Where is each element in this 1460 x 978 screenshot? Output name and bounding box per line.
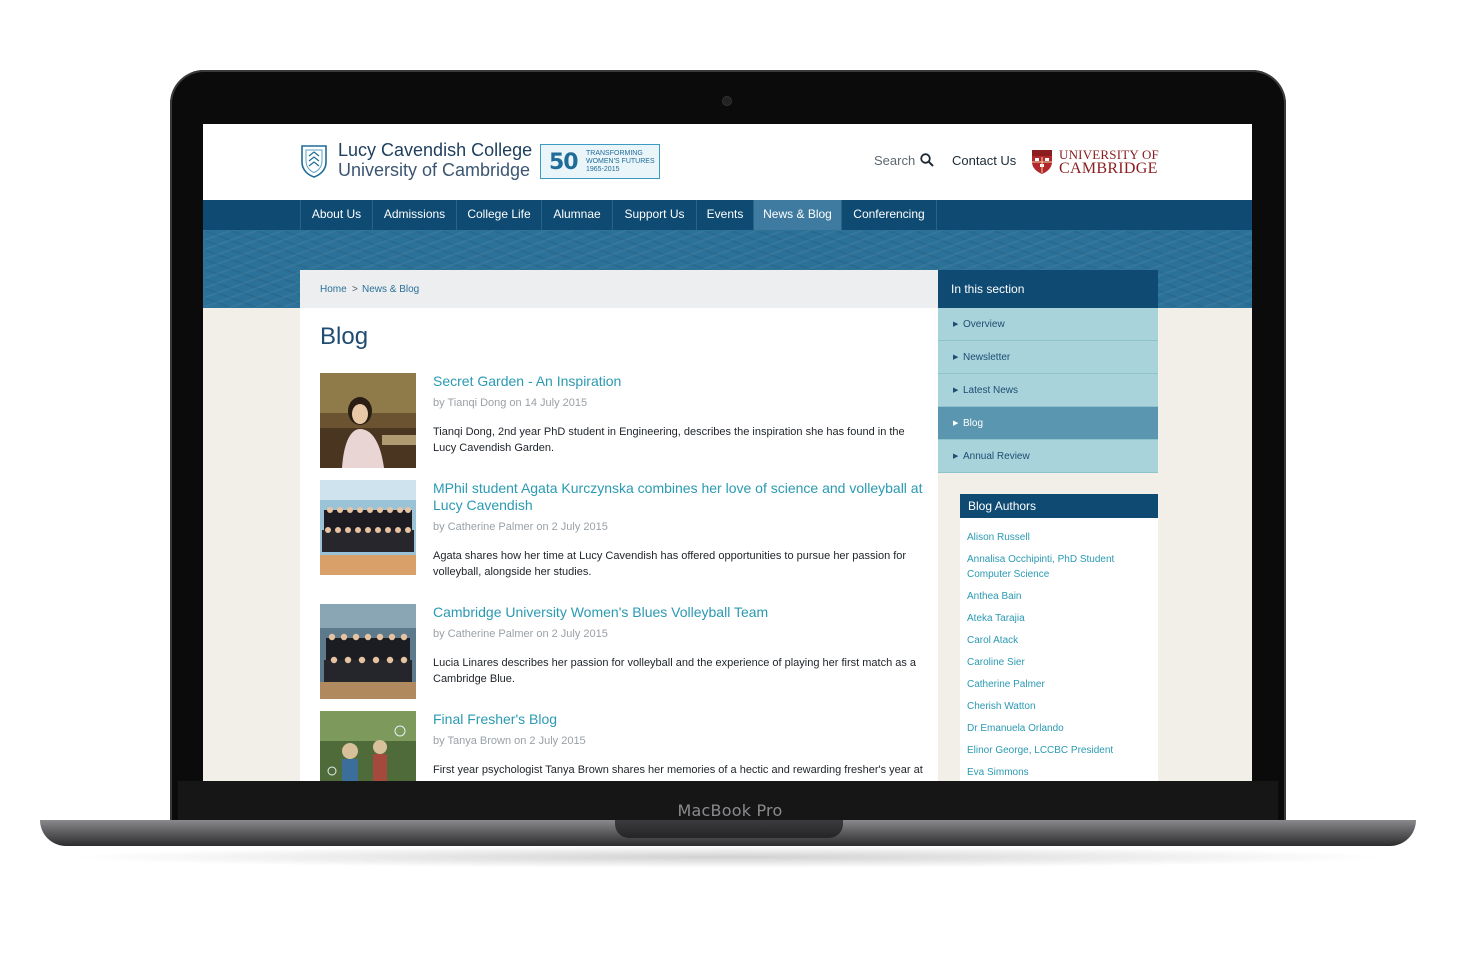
device-label: MacBook Pro xyxy=(677,801,783,820)
author-link[interactable]: Eva Simmons xyxy=(967,765,1152,780)
sidebar-item-label: Latest News xyxy=(963,385,1019,396)
contact-us-link[interactable]: Contact Us xyxy=(952,153,1016,168)
post-meta: by Catherine Palmer on 2 July 2015 xyxy=(433,521,608,533)
caret-right-icon: ▶ xyxy=(953,321,959,328)
blog-authors-panel: Blog Authors Alison Russell Annalisa Occ… xyxy=(960,494,1158,781)
college-subtitle[interactable]: University of Cambridge xyxy=(338,161,530,180)
post-title[interactable]: Final Fresher's Blog xyxy=(433,711,923,728)
college-crest-icon[interactable] xyxy=(300,144,328,178)
author-link[interactable]: Caroline Sier xyxy=(967,655,1152,670)
breadcrumb-home[interactable]: Home xyxy=(320,284,347,295)
author-link[interactable]: Dr Emanuela Orlando xyxy=(967,721,1152,736)
blog-post: MPhil student Agata Kurczynska combines … xyxy=(320,480,930,578)
university-shield-icon[interactable] xyxy=(1031,149,1053,175)
caret-right-icon: ▶ xyxy=(953,354,959,361)
sidebar-item-newsletter[interactable]: ▶ Newsletter xyxy=(938,341,1158,374)
post-thumbnail[interactable] xyxy=(320,480,416,575)
sidebar-item-label: Blog xyxy=(963,418,984,429)
anniversary-text: TRANSFORMING WOMEN'S FUTURES 1965-2015 xyxy=(586,150,655,173)
sidebar-heading: In this section xyxy=(938,270,1158,308)
site-header: Lucy Cavendish College University of Cam… xyxy=(203,124,1252,200)
sidebar-item-blog[interactable]: ▶ Blog xyxy=(938,407,1158,440)
sidebar-item-overview[interactable]: ▶ Overview xyxy=(938,308,1158,341)
anniversary-badge: 50 TRANSFORMING WOMEN'S FUTURES 1965-201… xyxy=(540,144,660,179)
blog-authors-heading: Blog Authors xyxy=(960,494,1158,518)
camera-icon xyxy=(723,97,731,105)
anniversary-number: 50 xyxy=(549,150,579,175)
post-title[interactable]: MPhil student Agata Kurczynska combines … xyxy=(433,480,923,514)
post-thumbnail[interactable] xyxy=(320,711,416,781)
sidebar-item-label: Overview xyxy=(963,319,1005,330)
author-link[interactable]: Carol Atack xyxy=(967,633,1152,648)
page-title: Blog xyxy=(320,323,369,350)
post-excerpt: Tianqi Dong, 2nd year PhD student in Eng… xyxy=(433,426,905,454)
blog-post: Secret Garden - An Inspiration by Tianqi… xyxy=(320,373,930,469)
post-excerpt: First year psychologist Tanya Brown shar… xyxy=(433,764,923,776)
author-link[interactable]: Catherine Palmer xyxy=(967,677,1152,692)
college-name[interactable]: Lucy Cavendish College xyxy=(338,141,532,160)
nav-item-about-us[interactable]: About Us xyxy=(300,200,372,230)
breadcrumb: Home > News & Blog xyxy=(300,270,938,308)
author-link[interactable]: Anthea Bain xyxy=(967,589,1152,604)
post-meta: by Tianqi Dong on 14 July 2015 xyxy=(433,397,588,409)
sidebar-item-latest-news[interactable]: ▶ Latest News xyxy=(938,374,1158,407)
author-link[interactable]: Cherish Watton xyxy=(967,699,1152,714)
laptop-notch xyxy=(615,820,843,838)
post-excerpt: Agata shares how her time at Lucy Cavend… xyxy=(433,550,907,578)
breadcrumb-separator: > xyxy=(352,284,358,295)
main-nav: About Us Admissions College Life Alumnae… xyxy=(203,200,1252,230)
nav-item-admissions[interactable]: Admissions xyxy=(372,200,456,230)
author-link[interactable]: Annalisa Occhipinti, PhD Student Compute… xyxy=(967,552,1152,582)
search-link[interactable]: Search xyxy=(874,153,915,168)
post-meta: by Catherine Palmer on 2 July 2015 xyxy=(433,628,608,640)
sidebar-item-label: Newsletter xyxy=(963,352,1011,363)
sidebar-item-annual-review[interactable]: ▶ Annual Review xyxy=(938,440,1158,473)
search-icon[interactable] xyxy=(920,153,934,167)
breadcrumb-current[interactable]: News & Blog xyxy=(362,284,419,295)
blog-post: Final Fresher's Blog by Tanya Brown on 2… xyxy=(320,711,930,781)
caret-right-icon: ▶ xyxy=(953,420,959,427)
nav-item-events[interactable]: Events xyxy=(696,200,753,230)
laptop-shadow xyxy=(60,846,1396,868)
post-thumbnail[interactable] xyxy=(320,604,416,699)
author-link[interactable]: Elinor George, LCCBC President xyxy=(967,743,1152,758)
post-title[interactable]: Secret Garden - An Inspiration xyxy=(433,373,923,390)
author-link[interactable]: Alison Russell xyxy=(967,530,1152,545)
post-excerpt: Lucia Linares describes her passion for … xyxy=(433,657,917,685)
nav-item-news-blog[interactable]: News & Blog xyxy=(753,200,841,230)
author-link[interactable]: Ateka Tarajia xyxy=(967,611,1152,626)
sidebar-item-label: Annual Review xyxy=(963,451,1030,462)
nav-item-support-us[interactable]: Support Us xyxy=(612,200,696,230)
caret-right-icon: ▶ xyxy=(953,387,959,394)
post-title[interactable]: Cambridge University Women's Blues Volle… xyxy=(433,604,923,621)
nav-item-alumnae[interactable]: Alumnae xyxy=(541,200,612,230)
blog-post: Cambridge University Women's Blues Volle… xyxy=(320,604,930,700)
browser-screen: Lucy Cavendish College University of Cam… xyxy=(203,124,1252,781)
nav-item-college-life[interactable]: College Life xyxy=(456,200,541,230)
nav-item-conferencing[interactable]: Conferencing xyxy=(841,200,936,230)
caret-right-icon: ▶ xyxy=(953,453,959,460)
main-content: Home > News & Blog Blog Secret Garden - … xyxy=(300,270,938,781)
university-name-line2[interactable]: CAMBRIDGE xyxy=(1059,161,1158,177)
post-thumbnail[interactable] xyxy=(320,373,416,468)
nav-divider xyxy=(936,200,937,230)
post-meta: by Tanya Brown on 2 July 2015 xyxy=(433,735,586,747)
